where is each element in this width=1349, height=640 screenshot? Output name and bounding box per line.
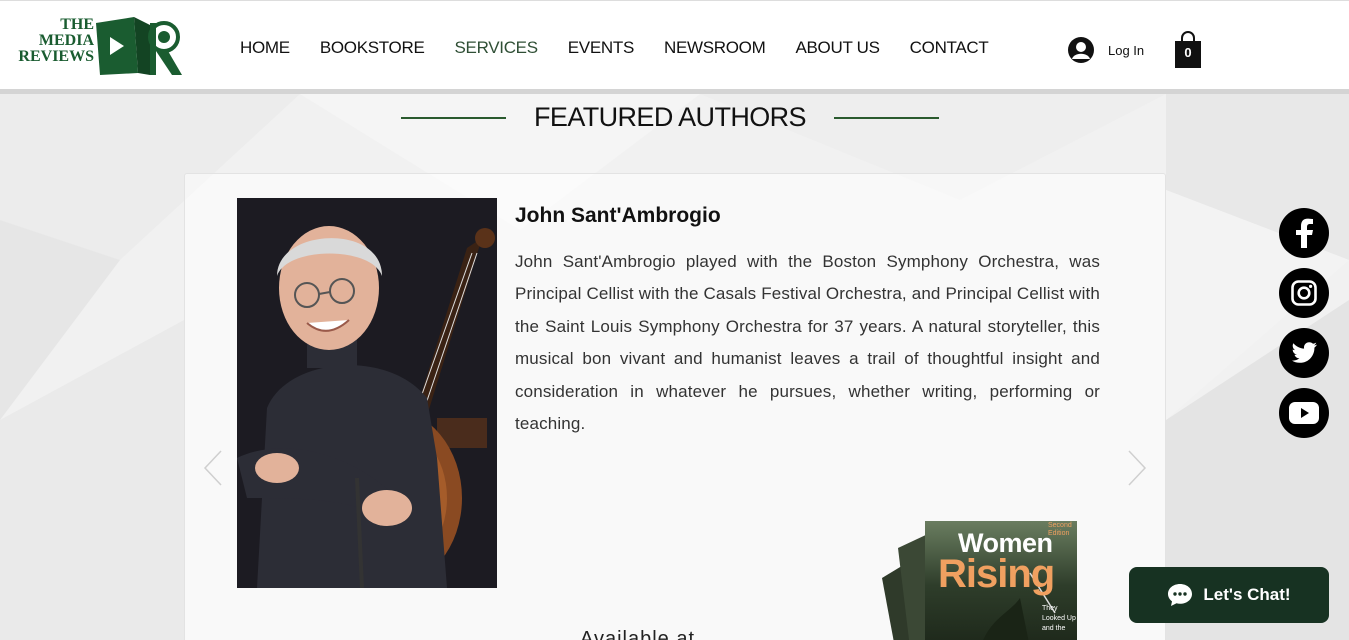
book-tagline: They Looked Up and the [1042,605,1076,632]
nav-services[interactable]: SERVICES [455,38,539,58]
cart-count: 0 [1184,45,1192,60]
author-photo [237,198,497,588]
logo-line-3: REVIEWS [18,48,94,65]
youtube-link[interactable] [1279,388,1329,438]
logo-line-2: MEDIA [38,32,94,49]
twitter-icon [1291,342,1317,363]
login-button[interactable]: Log In [1067,36,1144,64]
availability-heading: Available at [580,628,696,640]
chat-button[interactable]: Let's Chat! [1129,567,1329,623]
cart-button[interactable]: 0 [1173,31,1203,69]
site-header: THE MEDIA REVIEWS HOME BOOKSTORE SERVICE… [0,0,1349,90]
carousel-prev-arrow-icon[interactable] [203,450,223,486]
book-edition: Second Edition [1048,522,1072,537]
main-nav: HOME BOOKSTORE SERVICES EVENTS NEWSROOM … [240,38,1018,58]
youtube-icon [1289,402,1319,424]
logo-book-icon [96,17,182,75]
section-heading: FEATURED AUTHORS [0,102,1349,138]
author-name: John Sant'Ambrogio [515,204,721,227]
facebook-link[interactable] [1279,208,1329,258]
instagram-icon [1291,280,1317,306]
social-bar [1279,208,1329,448]
nav-home[interactable]: HOME [240,38,290,58]
carousel-next-arrow-icon[interactable] [1127,450,1147,486]
user-avatar-icon [1068,37,1094,63]
heading-line-right [834,117,939,119]
section-title: FEATURED AUTHORS [534,102,807,132]
nav-about-us[interactable]: ABOUT US [795,38,880,58]
heading-line-left [401,117,506,119]
book-title-line-2: Rising [938,552,1055,596]
author-bio: John Sant'Ambrogio played with the Bosto… [515,252,1100,434]
nav-contact[interactable]: CONTACT [910,38,989,58]
header-divider [0,89,1349,94]
logo-text: THE MEDIA REVIEWS [12,17,94,65]
chat-bubble-icon [1168,584,1193,606]
nav-newsroom[interactable]: NEWSROOM [664,38,766,58]
twitter-link[interactable] [1279,328,1329,378]
facebook-icon [1296,218,1313,248]
instagram-link[interactable] [1279,268,1329,318]
chat-label: Let's Chat! [1203,585,1291,604]
nav-bookstore[interactable]: BOOKSTORE [320,38,425,58]
logo-line-1: THE [60,16,94,33]
book-cover[interactable]: Women Rising Second Edition They Looked … [880,518,1080,640]
nav-events[interactable]: EVENTS [568,38,635,58]
site-logo[interactable]: THE MEDIA REVIEWS [12,15,182,77]
login-label: Log In [1108,42,1145,58]
